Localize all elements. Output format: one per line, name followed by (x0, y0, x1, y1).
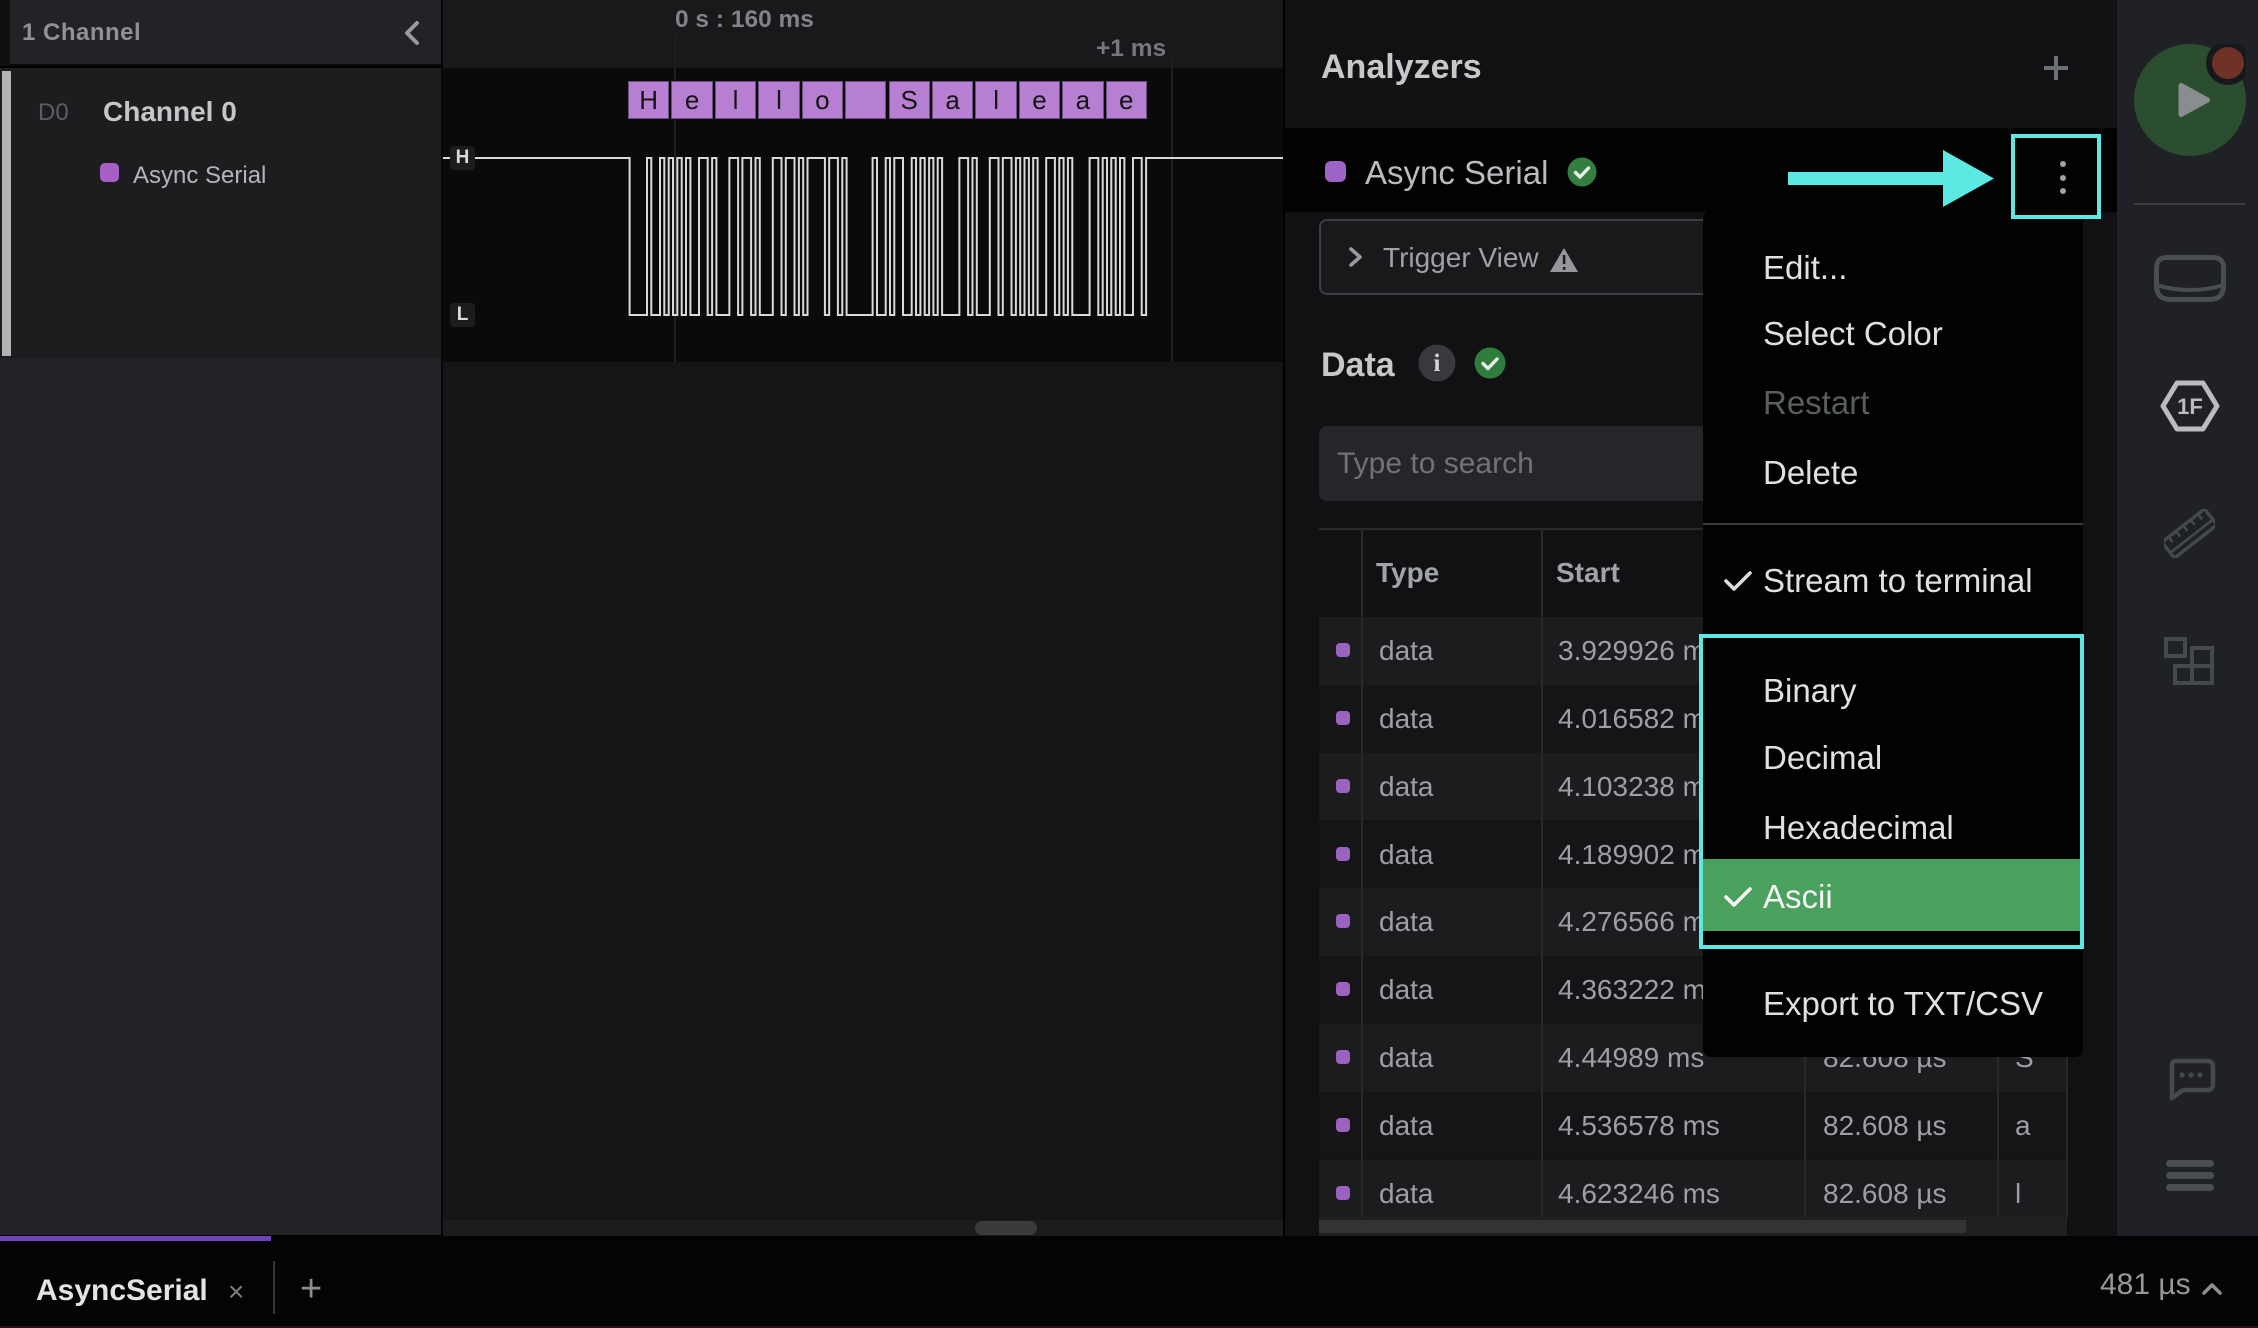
svg-text:1F: 1F (2177, 394, 2203, 419)
